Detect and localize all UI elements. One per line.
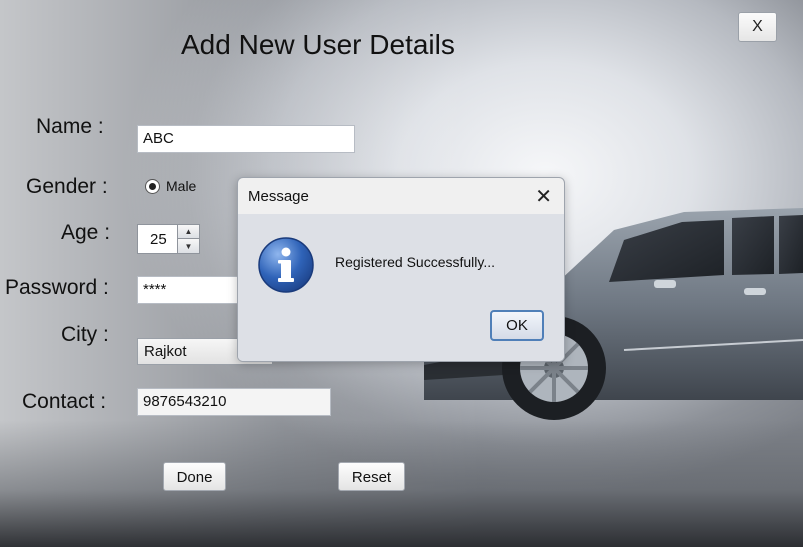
gender-label: Gender : (26, 175, 108, 198)
password-field[interactable]: **** (137, 276, 242, 304)
info-icon (258, 237, 314, 293)
done-button[interactable]: Done (163, 462, 226, 491)
close-window-button[interactable]: X (738, 12, 777, 42)
name-input[interactable]: ABC (137, 125, 355, 153)
age-value[interactable]: 25 (150, 231, 167, 248)
close-icon[interactable]: ✕ (535, 184, 552, 209)
radio-selected-icon[interactable] (145, 178, 160, 194)
reset-button[interactable]: Reset (338, 462, 405, 491)
gender-male-radio[interactable]: Male (145, 178, 196, 194)
ok-button[interactable]: OK (490, 310, 544, 341)
password-label: Password : (5, 276, 109, 299)
age-stepper[interactable]: 25 ▲ ▼ (137, 224, 200, 254)
page-title: Add New User Details (181, 29, 455, 60)
dialog-body: Registered Successfully... OK (238, 214, 564, 361)
age-label: Age : (61, 221, 111, 244)
dialog-message: Registered Successfully... (335, 254, 496, 270)
message-dialog: Message ✕ Registered Successfully... OK (237, 177, 565, 362)
dialog-title: Message (248, 188, 309, 205)
spinner-down-icon[interactable]: ▼ (178, 239, 199, 253)
name-label: Name : (36, 115, 104, 138)
contact-label: Contact : (22, 390, 107, 413)
gender-male-label: Male (166, 178, 197, 194)
spinner-up-icon[interactable]: ▲ (178, 225, 199, 239)
city-label: City : (61, 323, 109, 346)
contact-input[interactable]: 9876543210 (137, 388, 331, 416)
